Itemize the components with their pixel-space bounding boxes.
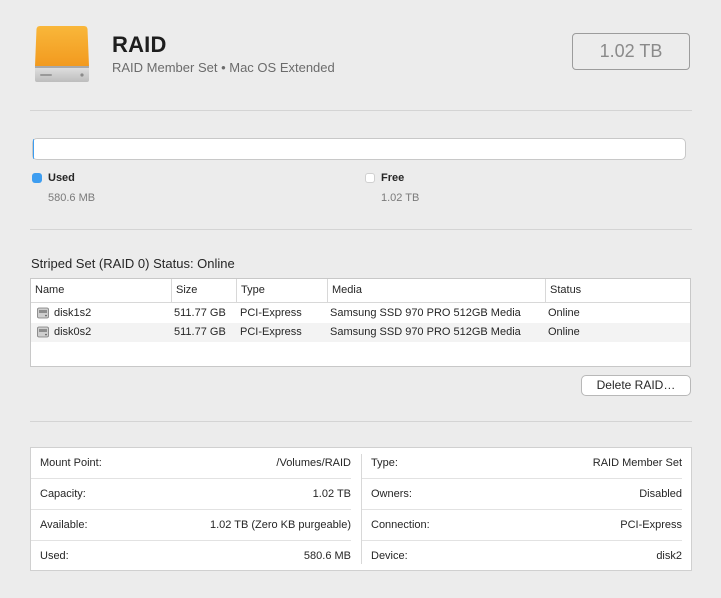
free-value: 1.02 TB — [381, 192, 420, 204]
internal-disk-icon — [37, 326, 49, 338]
info-value: 580.6 MB — [303, 550, 351, 562]
info-row-owners: Owners: Disabled — [362, 479, 682, 510]
capacity-badge: 1.02 TB — [572, 33, 690, 70]
info-value: /Volumes/RAID — [276, 457, 351, 469]
table-row[interactable]: disk1s2 511.77 GB PCI-Express Samsung SS… — [31, 304, 690, 323]
column-header-name[interactable]: Name — [31, 279, 171, 302]
volume-title: RAID — [112, 32, 167, 57]
column-header-size[interactable]: Size — [171, 279, 236, 302]
used-value: 580.6 MB — [48, 192, 96, 204]
info-key: Type: — [371, 457, 398, 469]
cell-size: 511.77 GB — [174, 307, 226, 319]
free-swatch-icon — [365, 173, 375, 183]
info-key: Available: — [40, 519, 88, 531]
internal-disk-icon — [37, 307, 49, 319]
column-header-media[interactable]: Media — [327, 279, 545, 302]
info-panel: Mount Point: /Volumes/RAID Capacity: 1.0… — [30, 447, 692, 571]
header-divider — [30, 110, 692, 111]
raid-divider — [30, 421, 692, 422]
delete-raid-button[interactable]: Delete RAID… — [581, 375, 691, 396]
used-label: Used — [48, 172, 75, 184]
info-row-connection: Connection: PCI-Express — [362, 510, 682, 541]
info-key: Owners: — [371, 488, 412, 500]
column-header-type[interactable]: Type — [236, 279, 327, 302]
info-value: PCI-Express — [620, 519, 682, 531]
header: RAID RAID Member Set • Mac OS Extended 1… — [0, 0, 721, 110]
info-row-used: Used: 580.6 MB — [31, 541, 351, 572]
info-key: Used: — [40, 550, 69, 562]
cell-status: Online — [548, 326, 580, 338]
raid-members-table: Name Size Type Media Status disk1s2 511.… — [30, 278, 691, 367]
info-value: RAID Member Set — [592, 457, 682, 469]
cell-status: Online — [548, 307, 580, 319]
info-value: disk2 — [656, 550, 682, 562]
legend-free: Free 1.02 TB — [365, 172, 565, 208]
info-row-device: Device: disk2 — [362, 541, 682, 572]
cell-type: PCI-Express — [240, 307, 302, 319]
info-key: Mount Point: — [40, 457, 102, 469]
column-header-status[interactable]: Status — [545, 279, 690, 302]
volume-subtitle: RAID Member Set • Mac OS Extended — [112, 60, 335, 75]
info-key: Connection: — [371, 519, 430, 531]
info-row-type: Type: RAID Member Set — [362, 448, 682, 479]
cell-size: 511.77 GB — [174, 326, 226, 338]
raid-status-text: Striped Set (RAID 0) Status: Online — [31, 256, 235, 271]
info-key: Capacity: — [40, 488, 86, 500]
info-value: 1.02 TB (Zero KB purgeable) — [209, 519, 351, 531]
cell-media: Samsung SSD 970 PRO 512GB Media — [330, 326, 521, 338]
external-drive-icon — [35, 26, 89, 82]
used-swatch-icon — [32, 173, 42, 183]
table-row[interactable]: disk0s2 511.77 GB PCI-Express Samsung SS… — [31, 323, 690, 342]
cell-media: Samsung SSD 970 PRO 512GB Media — [330, 307, 521, 319]
info-row-mount-point: Mount Point: /Volumes/RAID — [31, 448, 351, 479]
usage-divider — [30, 229, 692, 230]
legend-used: Used 580.6 MB — [32, 172, 232, 208]
info-key: Device: — [371, 550, 408, 562]
cell-type: PCI-Express — [240, 326, 302, 338]
info-row-capacity: Capacity: 1.02 TB — [31, 479, 351, 510]
info-row-available: Available: 1.02 TB (Zero KB purgeable) — [31, 510, 351, 541]
table-header: Name Size Type Media Status — [31, 279, 690, 303]
info-value: 1.02 TB — [312, 488, 351, 500]
usage-bar — [32, 138, 686, 160]
cell-name: disk1s2 — [54, 307, 92, 319]
free-label: Free — [381, 172, 405, 184]
info-value: Disabled — [639, 488, 682, 500]
cell-name: disk0s2 — [54, 326, 92, 338]
